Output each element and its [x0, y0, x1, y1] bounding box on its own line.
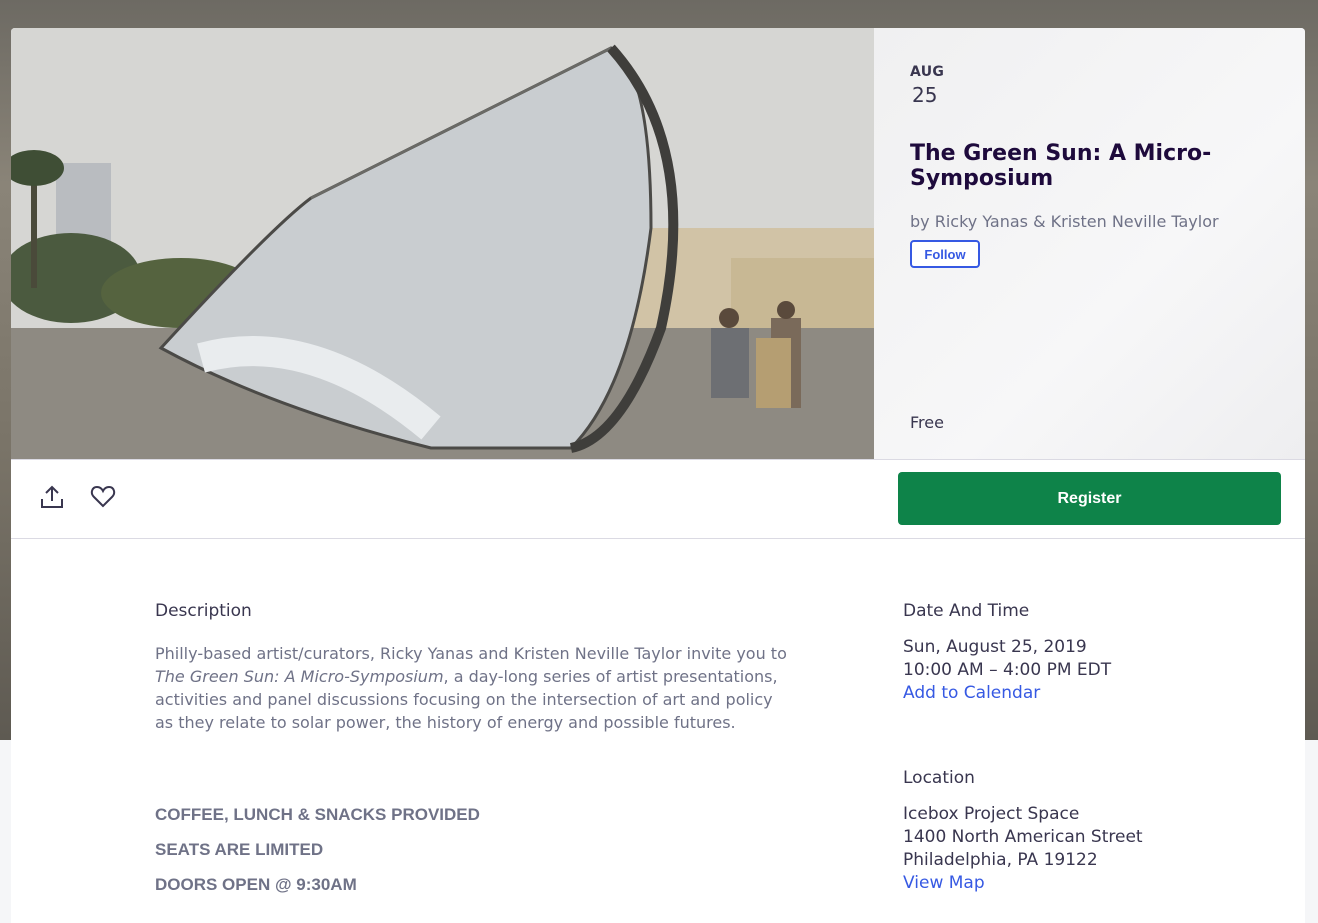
description-heading: Description	[155, 601, 252, 621]
event-title: The Green Sun: A Micro-Symposium	[910, 141, 1212, 191]
venue-city: Philadelphia, PA 19122	[903, 850, 1098, 870]
event-hero-image	[11, 28, 874, 459]
event-month: AUG	[910, 64, 945, 80]
location-heading: Location	[903, 768, 975, 788]
share-icon[interactable]	[39, 484, 65, 514]
note-coffee: COFFEE, LUNCH & SNACKS PROVIDED	[155, 805, 480, 824]
event-summary-panel: AUG 25 The Green Sun: A Micro-Symposium …	[874, 28, 1305, 459]
datetime-heading: Date And Time	[903, 601, 1030, 621]
heart-icon[interactable]	[90, 485, 116, 513]
event-date: Sun, August 25, 2019	[903, 637, 1087, 657]
event-time: 10:00 AM – 4:00 PM EDT	[903, 660, 1112, 680]
event-day: 25	[912, 83, 938, 107]
note-seats: SEATS ARE LIMITED	[155, 840, 324, 859]
add-to-calendar-link[interactable]: Add to Calendar	[903, 683, 1040, 703]
register-button[interactable]: Register	[898, 472, 1281, 525]
venue-street: 1400 North American Street	[903, 827, 1143, 847]
note-doors: DOORS OPEN @ 9:30AM	[155, 875, 357, 894]
event-price: Free	[910, 413, 944, 432]
event-organizer: by Ricky Yanas & Kristen Neville Taylor	[910, 212, 1219, 231]
view-map-link[interactable]: View Map	[903, 873, 985, 893]
action-bar: Register	[11, 459, 1305, 539]
follow-button[interactable]: Follow	[910, 240, 980, 268]
event-card: AUG 25 The Green Sun: A Micro-Symposium …	[11, 28, 1305, 923]
description-text: Philly-based artist/curators, Ricky Yana…	[155, 644, 787, 732]
venue-name: Icebox Project Space	[903, 804, 1080, 824]
